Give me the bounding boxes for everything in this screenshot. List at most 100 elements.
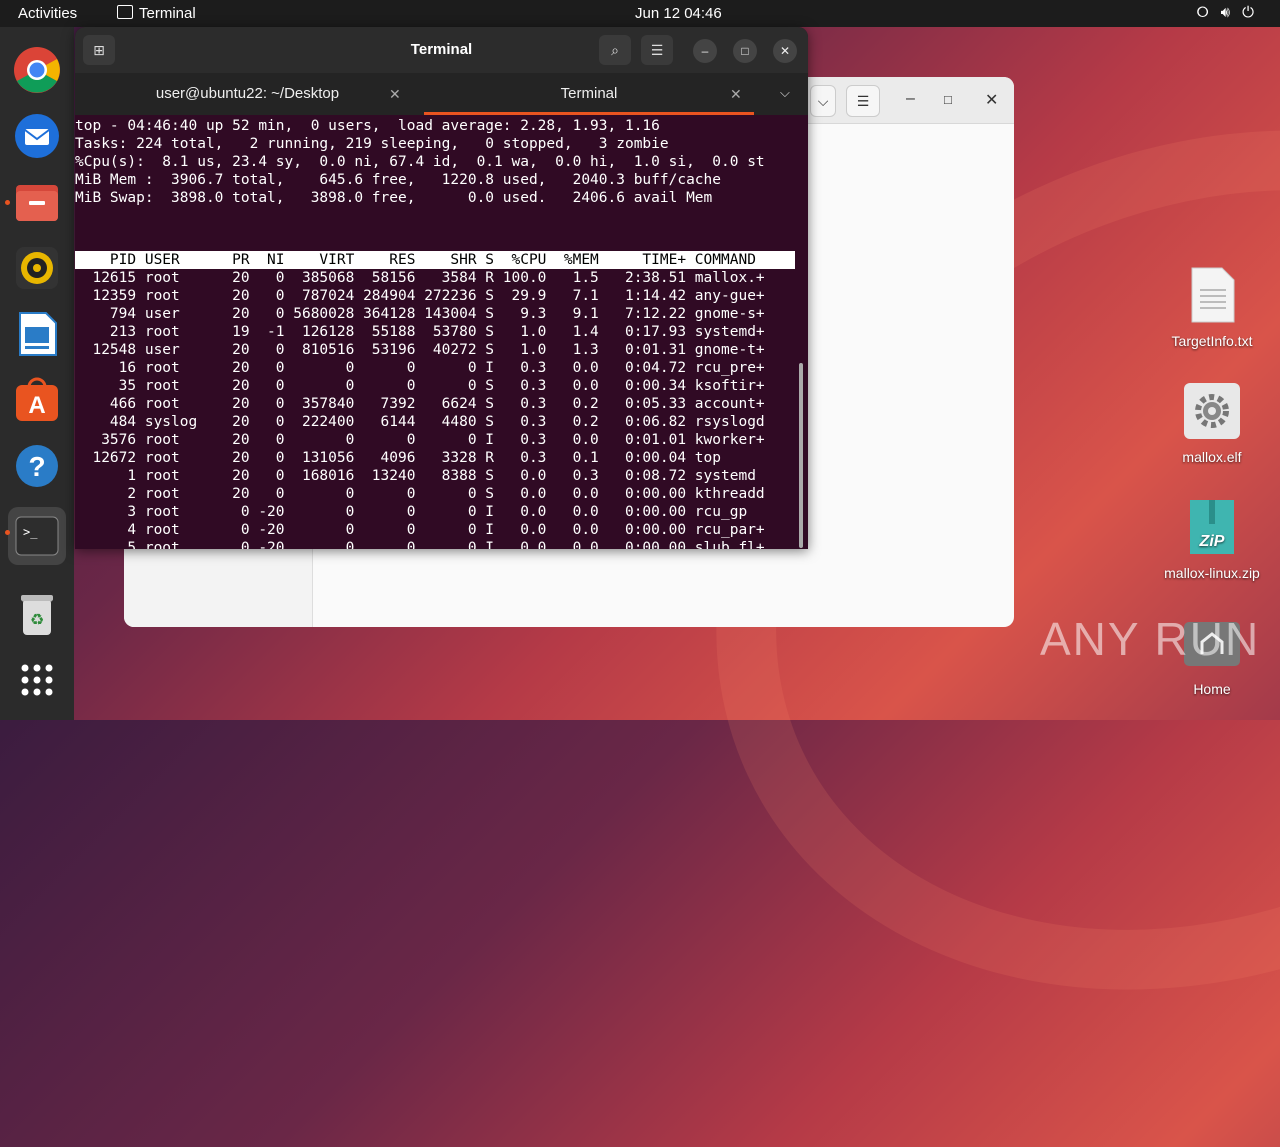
- rhythmbox-launcher[interactable]: [12, 243, 62, 293]
- summary-line: MiB Swap: 3898.0 total, 3898.0 free, 0.0…: [75, 190, 713, 206]
- show-apps-button[interactable]: [12, 655, 62, 705]
- writer-launcher[interactable]: [12, 309, 62, 359]
- view-options-button[interactable]: ⌵: [810, 85, 836, 117]
- top-summary: top - 04:46:40 up 52 min, 0 users, load …: [75, 117, 765, 207]
- close-tab-icon[interactable]: ✕: [730, 73, 742, 115]
- summary-line: %Cpu(s): 8.1 us, 23.4 sy, 0.0 ni, 67.4 i…: [75, 154, 765, 170]
- process-row: 484 syslog 20 0 222400 6144 4480 S 0.3 0…: [75, 414, 765, 430]
- close-button[interactable]: ✕: [773, 39, 797, 63]
- maximize-icon: □: [741, 44, 749, 58]
- trash-icon: ♻: [21, 595, 53, 635]
- terminal-running-indicator: [5, 530, 10, 535]
- process-row: 12672 root 20 0 131056 4096 3328 R 0.3 0…: [75, 450, 722, 466]
- svg-text:ZiP: ZiP: [1199, 533, 1225, 550]
- network-icon: ⭘: [1196, 4, 1221, 21]
- show-apps-icon: [21, 664, 53, 696]
- tab-desktop[interactable]: user@ubuntu22: ~/Desktop ✕: [75, 73, 415, 115]
- process-row: 12615 root 20 0 385068 58156 3584 R 100.…: [75, 270, 765, 286]
- top-bar: Activities Terminal Jun 12 04:46 ⭘🔊︎⏻: [0, 0, 1280, 27]
- desktop-icon-label: Home: [1193, 681, 1231, 697]
- text-file-icon: [1191, 267, 1235, 323]
- desktop-icon-label: mallox.elf: [1182, 449, 1242, 465]
- help-launcher[interactable]: ?: [12, 441, 62, 491]
- svg-text:♻: ♻: [30, 612, 44, 629]
- process-row: 4 root 0 -20 0 0 0 I 0.0 0.0 0:00.00 rcu…: [75, 522, 765, 538]
- terminal-app-icon: [117, 5, 133, 19]
- hamburger-icon: ☰: [856, 93, 870, 109]
- close-button[interactable]: ✕: [985, 90, 998, 110]
- process-row: 12548 user 20 0 810516 53196 40272 S 1.0…: [75, 342, 765, 358]
- activities-button[interactable]: Activities: [18, 5, 77, 22]
- maximize-button[interactable]: □: [944, 92, 952, 107]
- process-row: 5 root 0 -20 0 0 0 I 0.0 0.0 0:00.00 slu…: [75, 540, 765, 549]
- writer-icon: [19, 312, 57, 356]
- terminal-output[interactable]: top - 04:46:40 up 52 min, 0 users, load …: [75, 115, 808, 549]
- process-row: 12359 root 20 0 787024 284904 272236 S 2…: [75, 288, 765, 304]
- rhythmbox-icon: [16, 247, 58, 289]
- tab-label: user@ubuntu22: ~/Desktop: [155, 85, 340, 102]
- menu-button[interactable]: ☰: [846, 85, 880, 117]
- close-icon: ✕: [779, 44, 791, 58]
- summary-line: top - 04:46:40 up 52 min, 0 users, load …: [75, 118, 660, 134]
- files-launcher[interactable]: [12, 177, 62, 227]
- clock[interactable]: Jun 12 04:46: [635, 5, 722, 22]
- dock: A ? >_ ♻: [0, 27, 74, 720]
- thunderbird-launcher[interactable]: [12, 111, 62, 161]
- volume-icon: 🔊︎: [1220, 4, 1243, 21]
- maximize-button[interactable]: □: [733, 39, 757, 63]
- power-icon: ⏻: [1242, 4, 1266, 21]
- tab-bar: user@ubuntu22: ~/Desktop ✕ Terminal ✕ ⌵: [75, 73, 808, 115]
- process-row: 3576 root 20 0 0 0 0 I 0.3 0.0 0:01.01 k…: [75, 432, 765, 448]
- app-center-icon: A: [16, 377, 58, 421]
- desktop-icon-label: mallox-linux.zip: [1164, 565, 1260, 581]
- terminal-icon: >_: [15, 516, 59, 556]
- files-running-indicator: [5, 200, 10, 205]
- tab-label: Terminal: [560, 85, 618, 102]
- search-icon: ⌕: [611, 42, 619, 58]
- svg-text:>_: >_: [23, 525, 38, 539]
- close-tab-icon[interactable]: ✕: [389, 73, 401, 115]
- terminal-window[interactable]: ⊞ Terminal ⌕ ☰ – □ ✕ user@ubuntu22: ~/De…: [75, 27, 808, 549]
- summary-line: Tasks: 224 total, 2 running, 219 sleepin…: [75, 136, 669, 152]
- process-row: 1 root 20 0 168016 13240 8388 S 0.0 0.3 …: [75, 468, 756, 484]
- desktop-icon-mallox-elf[interactable]: mallox.elf: [1157, 382, 1267, 465]
- watermark: ANY RUN: [1040, 613, 1261, 665]
- process-row: 35 root 20 0 0 0 0 S 0.3 0.0 0:00.34 kso…: [75, 378, 765, 394]
- tab-overflow-chevron-icon[interactable]: ⌵: [780, 85, 790, 101]
- process-row: 466 root 20 0 357840 7392 6624 S 0.3 0.2…: [75, 396, 765, 412]
- minimize-button[interactable]: –: [906, 90, 915, 108]
- summary-line: MiB Mem : 3906.7 total, 645.6 free, 1220…: [75, 172, 722, 188]
- chrome-icon: [14, 47, 60, 93]
- search-button[interactable]: ⌕: [599, 35, 631, 65]
- process-row: 16 root 20 0 0 0 0 I 0.3 0.0 0:04.72 rcu…: [75, 360, 765, 376]
- app-menu[interactable]: Terminal: [117, 5, 196, 22]
- process-row: 3 root 0 -20 0 0 0 I 0.0 0.0 0:00.00 rcu…: [75, 504, 748, 520]
- process-row: 2 root 20 0 0 0 0 S 0.0 0.0 0:00.00 kthr…: [75, 486, 765, 502]
- thunderbird-icon: [15, 114, 59, 158]
- trash-launcher[interactable]: ♻: [12, 589, 62, 639]
- terminal-headerbar: ⊞ Terminal ⌕ ☰ – □ ✕: [75, 27, 808, 73]
- desktop-icon-mallox-zip[interactable]: ZiP mallox-linux.zip: [1157, 498, 1267, 581]
- chrome-launcher[interactable]: [12, 45, 62, 95]
- process-table-header: PID USER PR NI VIRT RES SHR S %CPU %MEM …: [75, 251, 795, 269]
- svg-text:A: A: [28, 392, 45, 419]
- gear-file-icon: [1184, 383, 1240, 439]
- files-icon: [16, 185, 58, 221]
- zip-file-icon: ZiP: [1190, 500, 1234, 554]
- app-menu-label: Terminal: [139, 5, 196, 22]
- desktop-icon-targetinfo[interactable]: TargetInfo.txt: [1157, 266, 1267, 349]
- minimize-button[interactable]: –: [693, 39, 717, 63]
- menu-button[interactable]: ☰: [641, 35, 673, 65]
- process-table: 12615 root 20 0 385068 58156 3584 R 100.…: [75, 269, 765, 549]
- system-tray[interactable]: ⭘🔊︎⏻: [1197, 4, 1266, 21]
- svg-text:?: ?: [28, 451, 45, 482]
- tab-terminal[interactable]: Terminal ✕: [424, 73, 754, 115]
- help-icon: ?: [16, 445, 58, 487]
- hamburger-icon: ☰: [650, 42, 664, 58]
- desktop-icon-label: TargetInfo.txt: [1171, 333, 1253, 349]
- terminal-launcher[interactable]: >_: [8, 507, 66, 565]
- chevron-down-icon: ⌵: [817, 93, 829, 109]
- app-center-launcher[interactable]: A: [12, 375, 62, 425]
- scrollbar[interactable]: [799, 363, 803, 548]
- process-row: 794 user 20 0 5680028 364128 143004 S 9.…: [75, 306, 765, 322]
